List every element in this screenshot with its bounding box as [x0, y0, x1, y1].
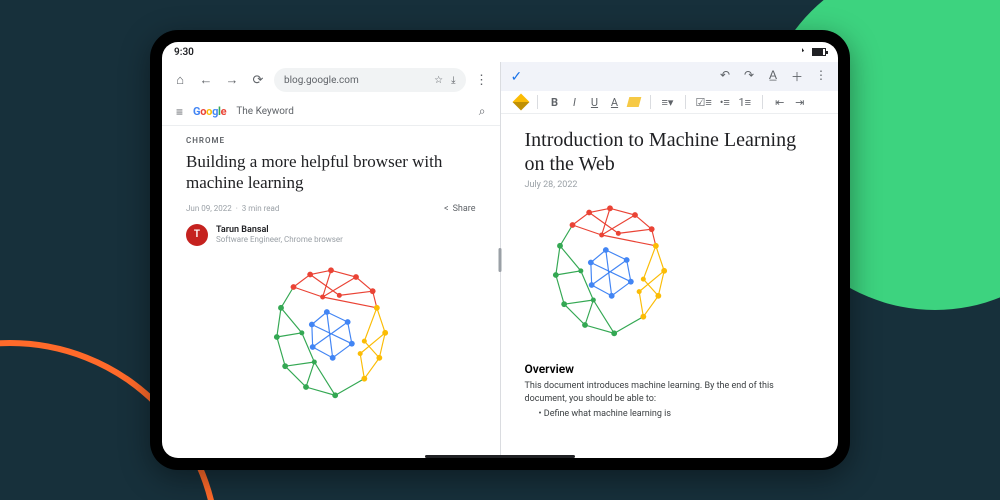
article-headline: Building a more helpful browser with mac… [186, 151, 476, 194]
text-color-icon[interactable]: A [608, 96, 622, 109]
hamburger-icon[interactable]: ≡ [176, 105, 183, 119]
left-pane-browser: ⌂ ← → ⟳ blog.google.com ☆ ⤓ ⋮ [162, 62, 500, 458]
home-icon[interactable]: ⌂ [170, 70, 190, 90]
address-bar[interactable]: blog.google.com ☆ ⤓ [274, 68, 466, 92]
split-screen: ⌂ ← → ⟳ blog.google.com ☆ ⤓ ⋮ [162, 62, 838, 458]
share-icon: < [444, 204, 449, 214]
doc-illustration [525, 200, 695, 350]
doc-date: July 28, 2022 [525, 180, 815, 190]
blog-site-header: ≡ Google The Keyword ⌕ [162, 98, 500, 126]
tablet-frame: 9:30 ⌂ ← → ⟳ blog.google.com [150, 30, 850, 470]
browser-toolbar: ⌂ ← → ⟳ blog.google.com ☆ ⤓ ⋮ [162, 62, 500, 98]
section-heading: Overview [525, 362, 815, 376]
section-paragraph: This document introduces machine learnin… [525, 380, 815, 405]
undo-icon[interactable]: ↶ [718, 68, 732, 85]
status-bar: 9:30 [162, 42, 838, 62]
share-button[interactable]: < Share [444, 204, 476, 214]
tablet-screen: 9:30 ⌂ ← → ⟳ blog.google.com [162, 42, 838, 458]
back-icon[interactable]: ← [196, 70, 216, 90]
docs-overflow-icon[interactable]: ⋮ [814, 68, 828, 85]
article-kicker: CHROME [186, 136, 476, 145]
done-check-icon[interactable]: ✓ [511, 69, 523, 85]
text-format-icon[interactable]: A̲ [766, 68, 780, 85]
article-readtime: 3 min read [242, 204, 280, 213]
google-logo[interactable]: Google [193, 105, 226, 118]
bold-button[interactable]: B [548, 96, 562, 109]
avatar: T [186, 224, 208, 246]
doc-title: Introduction to Machine Learning on the … [525, 128, 815, 176]
article-body: CHROME Building a more helpful browser w… [162, 126, 500, 422]
blog-section-label[interactable]: The Keyword [236, 106, 294, 117]
wifi-icon [796, 48, 808, 56]
right-pane-docs: ✓ ↶ ↷ A̲ ＋ ⋮ [501, 62, 839, 458]
underline-button[interactable]: U [588, 96, 602, 109]
article-date: Jun 09, 2022 [186, 204, 232, 213]
promo-background: 9:30 ⌂ ← → ⟳ blog.google.com [0, 0, 1000, 500]
url-text: blog.google.com [284, 75, 359, 86]
chrome-ml-illustration [246, 262, 416, 412]
align-icon[interactable]: ≡▾ [661, 96, 675, 109]
battery-icon [812, 48, 826, 56]
pen-color-icon[interactable] [512, 94, 529, 111]
document-canvas[interactable]: Introduction to Machine Learning on the … [501, 114, 839, 433]
numbered-list-icon[interactable]: 1≡ [738, 96, 752, 109]
author-name: Tarun Bansal [216, 225, 343, 235]
docs-format-toolbar: B I U A ≡▾ ☑≡ •≡ [501, 91, 839, 114]
bulleted-list-icon[interactable]: •≡ [718, 96, 732, 109]
overflow-menu-icon[interactable]: ⋮ [472, 70, 492, 90]
italic-button[interactable]: I [568, 96, 582, 109]
forward-icon[interactable]: → [222, 70, 242, 90]
reload-icon[interactable]: ⟳ [248, 70, 268, 90]
author-role: Software Engineer, Chrome browser [216, 235, 343, 244]
docs-titlebar: ✓ ↶ ↷ A̲ ＋ ⋮ [501, 62, 839, 91]
star-icon[interactable]: ☆ [434, 75, 443, 86]
download-icon[interactable]: ⤓ [451, 75, 455, 86]
indent-icon[interactable]: ⇥ [793, 96, 807, 109]
redo-icon[interactable]: ↷ [742, 68, 756, 85]
clock: 9:30 [174, 47, 194, 58]
highlight-icon[interactable] [626, 97, 641, 107]
author-block: T Tarun Bansal Software Engineer, Chrome… [186, 224, 476, 246]
outdent-icon[interactable]: ⇤ [773, 96, 787, 109]
gesture-nav-pill[interactable] [425, 455, 575, 458]
split-divider[interactable] [500, 62, 501, 458]
checklist-icon[interactable]: ☑≡ [696, 96, 712, 109]
insert-icon[interactable]: ＋ [790, 68, 804, 85]
list-item: • Define what machine learning is [539, 409, 815, 419]
search-icon[interactable]: ⌕ [479, 104, 486, 119]
